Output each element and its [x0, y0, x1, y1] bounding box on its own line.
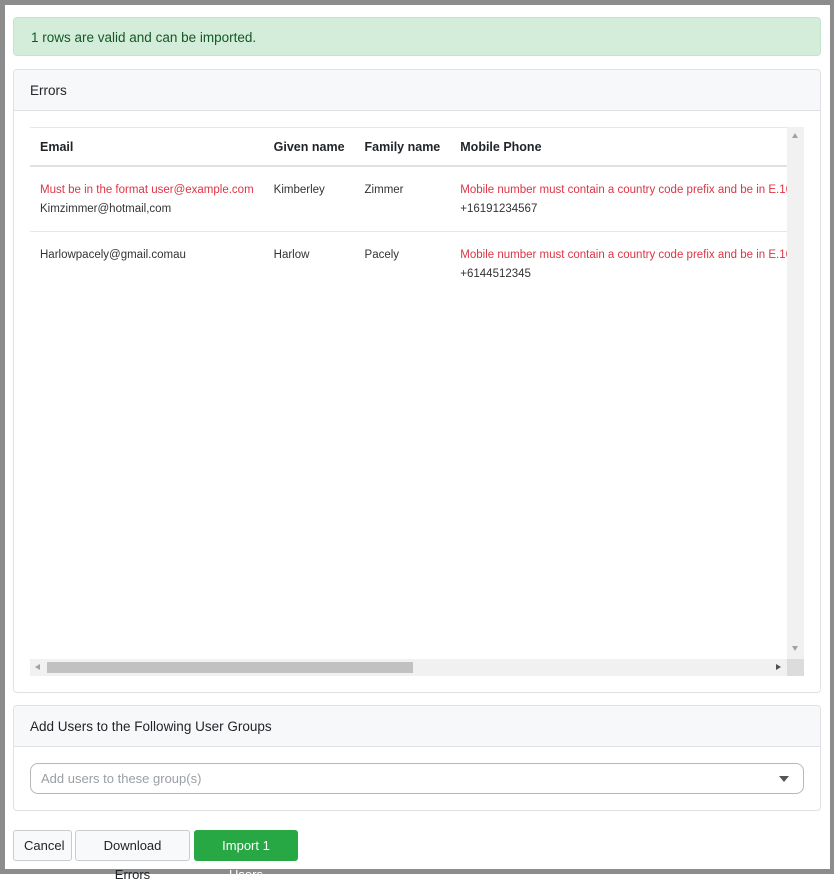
- family-name-cell: Zimmer: [354, 166, 451, 232]
- email-value: Kimzimmer@hotmail,com: [40, 203, 172, 215]
- scroll-up-arrow-icon[interactable]: [792, 133, 798, 138]
- import-users-button[interactable]: Import 1 Users: [194, 830, 298, 882]
- email-error: Must be in the format user@example.com: [40, 184, 254, 196]
- errors-card: Errors Email Given name Family name Mobi…: [13, 69, 821, 693]
- scrollbar-corner: [787, 659, 804, 676]
- scroll-left-arrow-icon[interactable]: [35, 664, 40, 670]
- horizontal-scrollbar[interactable]: [30, 659, 787, 676]
- user-groups-select[interactable]: Add users to these group(s): [30, 763, 804, 794]
- mobile-value: +16191234567: [460, 203, 538, 215]
- download-errors-button[interactable]: Download Errors: [75, 830, 190, 882]
- errors-table-container: Email Given name Family name Mobile Phon…: [30, 127, 804, 676]
- table-row: Harlowpacely@gmail.comau Harlow Pacely M…: [30, 232, 787, 297]
- errors-table: Email Given name Family name Mobile Phon…: [30, 128, 787, 296]
- cancel-button[interactable]: Cancel: [13, 830, 72, 861]
- user-groups-card-title: Add Users to the Following User Groups: [14, 706, 820, 747]
- email-value: Harlowpacely@gmail.comau: [40, 249, 186, 261]
- errors-card-title: Errors: [14, 70, 820, 111]
- column-header-email: Email: [30, 128, 264, 167]
- vertical-scrollbar[interactable]: [787, 127, 804, 659]
- family-name-cell: Pacely: [364, 249, 400, 261]
- user-groups-card: Add Users to the Following User Groups A…: [13, 705, 821, 811]
- horizontal-scrollbar-thumb[interactable]: [47, 662, 413, 673]
- alert-text: 1 rows are valid and can be imported.: [31, 30, 257, 45]
- table-header-row: Email Given name Family name Mobile Phon…: [30, 128, 787, 167]
- mobile-cell: Mobile number must contain a country cod…: [450, 166, 787, 232]
- success-alert: 1 rows are valid and can be imported.: [13, 17, 821, 56]
- given-name-cell: Harlow: [273, 249, 310, 261]
- email-cell: Must be in the format user@example.com K…: [30, 166, 264, 232]
- column-header-given-name: Given name: [263, 128, 355, 167]
- user-groups-select-placeholder: Add users to these group(s): [41, 771, 202, 786]
- scroll-down-arrow-icon[interactable]: [792, 646, 798, 651]
- given-name-cell: Kimberley: [263, 166, 355, 232]
- email-cell: Harlowpacely@gmail.comau: [30, 232, 264, 297]
- column-header-family-name: Family name: [354, 128, 451, 167]
- table-row: Must be in the format user@example.com K…: [30, 166, 787, 232]
- scroll-right-arrow-icon[interactable]: [776, 664, 781, 670]
- chevron-down-icon[interactable]: [779, 776, 789, 782]
- mobile-cell: Mobile number must contain a country cod…: [450, 232, 787, 297]
- mobile-error: Mobile number must contain a country cod…: [460, 184, 787, 196]
- errors-table-viewport: Email Given name Family name Mobile Phon…: [30, 127, 787, 659]
- mobile-value: +6144512345: [460, 268, 531, 280]
- column-header-mobile-phone: Mobile Phone: [450, 128, 787, 167]
- mobile-error: Mobile number must contain a country cod…: [460, 249, 787, 261]
